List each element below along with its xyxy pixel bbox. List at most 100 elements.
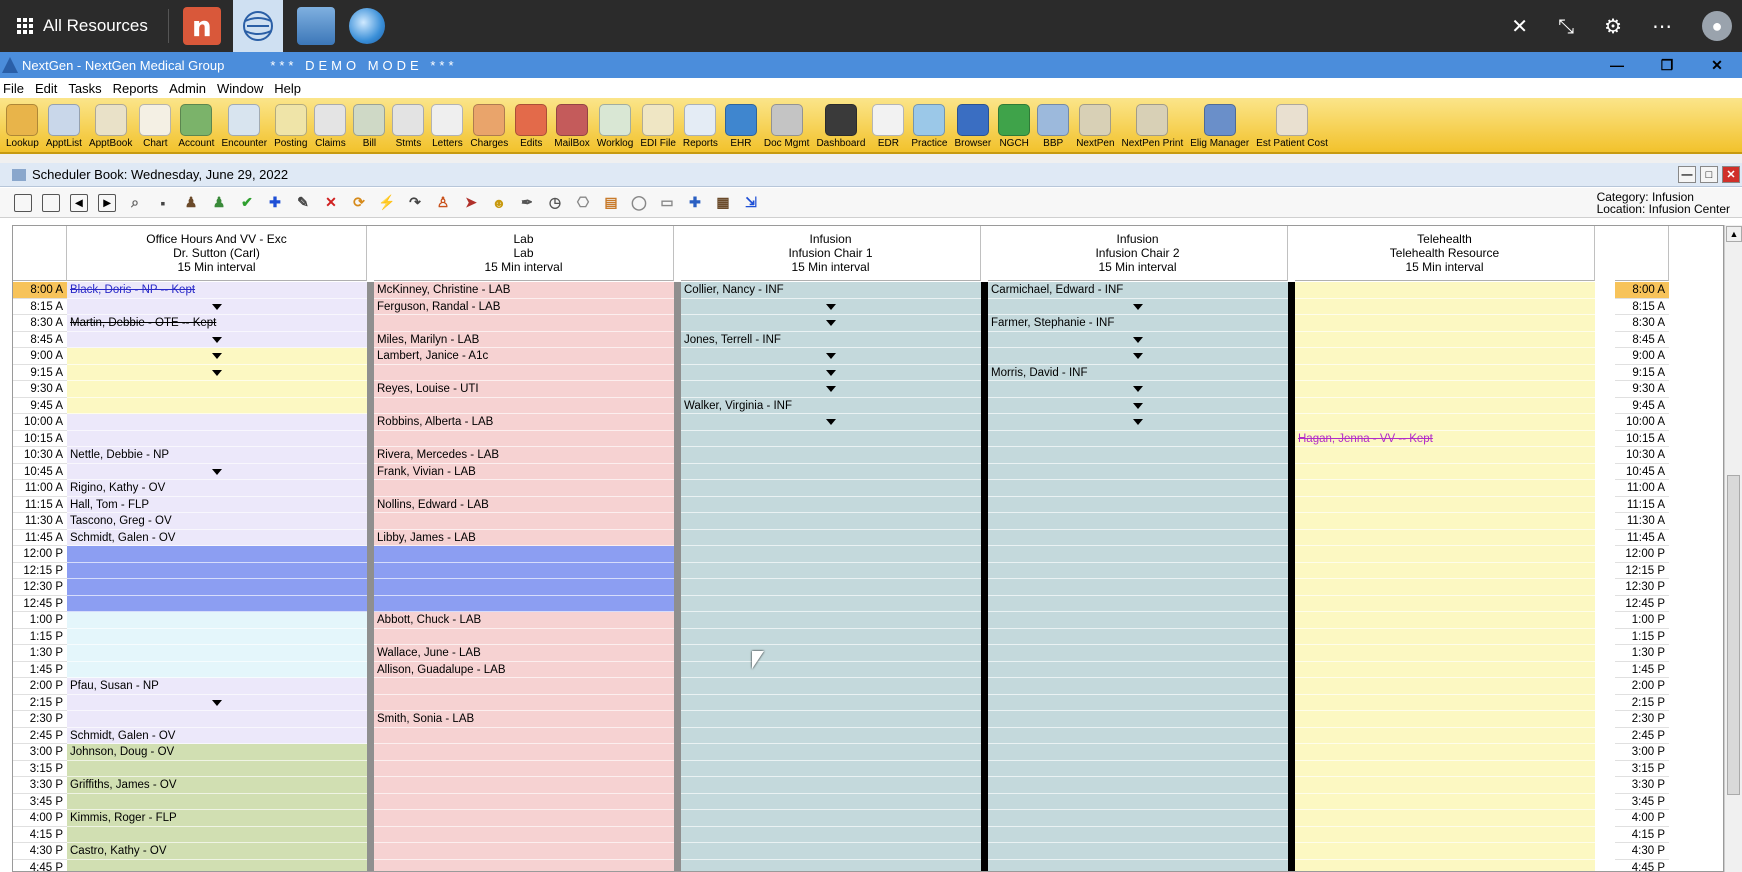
person-icon[interactable]: ♙ [434, 194, 452, 212]
empty-slot[interactable] [681, 760, 981, 777]
check-icon[interactable]: ✔ [238, 194, 256, 212]
empty-slot[interactable] [681, 298, 981, 315]
resource-column-header[interactable]: Office Hours And VV - Exc Dr. Sutton (Car… [67, 226, 367, 281]
empty-slot[interactable] [681, 364, 981, 381]
empty-slot[interactable] [988, 810, 1288, 827]
all-resources-label[interactable]: All Resources [43, 16, 148, 36]
people-icon[interactable]: ♟ [182, 194, 200, 212]
empty-slot[interactable] [1295, 282, 1595, 299]
toolbar-edr-button[interactable]: EDR [872, 100, 905, 152]
export-icon[interactable]: ⇲ [742, 194, 760, 212]
empty-slot[interactable] [374, 843, 674, 860]
empty-slot[interactable] [988, 843, 1288, 860]
menu-file[interactable]: File [3, 81, 24, 96]
empty-slot[interactable] [1295, 612, 1595, 629]
nextgen-app-icon[interactable]: n [182, 7, 221, 45]
empty-slot[interactable] [67, 331, 367, 348]
book-icon[interactable]: ▤ [602, 194, 620, 212]
empty-slot[interactable] [374, 810, 674, 827]
monitor-icon[interactable]: ▭ [658, 194, 676, 212]
appointment-slot[interactable]: Carmichael, Edward - INF [988, 282, 1288, 299]
empty-slot[interactable] [681, 694, 981, 711]
empty-slot[interactable] [1295, 447, 1595, 464]
empty-slot[interactable] [1295, 628, 1595, 645]
toolbar-est-patient-cost-button[interactable]: Est Patient Cost [1256, 100, 1328, 152]
empty-slot[interactable] [681, 315, 981, 332]
empty-slot[interactable] [1295, 562, 1595, 579]
empty-slot[interactable] [67, 562, 367, 579]
empty-slot[interactable] [988, 826, 1288, 843]
globe-app-icon[interactable] [348, 8, 385, 44]
empty-slot[interactable] [1295, 810, 1595, 827]
person-yellow-icon[interactable]: ☻ [490, 194, 508, 212]
resource-column-header[interactable]: Infusion Infusion Chair 1 15 Min interval [681, 226, 981, 281]
redo-icon[interactable]: ↷ [406, 194, 424, 212]
empty-slot[interactable] [681, 513, 981, 530]
resource-column-header[interactable]: Lab Lab 15 Min interval [374, 226, 674, 281]
empty-slot[interactable] [988, 793, 1288, 810]
appointment-slot[interactable]: Collier, Nancy - INF [681, 282, 981, 299]
appointment-slot[interactable]: Morris, David - INF [988, 364, 1288, 381]
empty-slot[interactable] [1295, 513, 1595, 530]
empty-slot[interactable] [1295, 793, 1595, 810]
empty-slot[interactable] [988, 727, 1288, 744]
empty-slot[interactable] [988, 678, 1288, 695]
empty-slot[interactable] [988, 480, 1288, 497]
appointment-slot[interactable]: Schmidt, Galen - OV [67, 529, 367, 546]
appointment-slot[interactable]: Martin, Debbie - OTE -- Kept [67, 315, 367, 332]
appointment-slot[interactable]: Johnson, Doug - OV [67, 744, 367, 761]
toolbar-worklog-button[interactable]: Worklog [597, 100, 633, 152]
empty-slot[interactable] [1295, 760, 1595, 777]
restore-button[interactable]: ❐ [1642, 52, 1692, 78]
empty-slot[interactable] [681, 480, 981, 497]
gear-icon[interactable]: ⚙ [1604, 14, 1622, 38]
empty-slot[interactable] [681, 777, 981, 794]
empty-slot[interactable] [988, 579, 1288, 596]
toolbar-ehr-button[interactable]: EHR [724, 100, 757, 152]
calendar-icon[interactable]: ▦ [714, 194, 732, 212]
user-avatar-icon[interactable]: ● [1702, 11, 1732, 41]
empty-slot[interactable] [1295, 579, 1595, 596]
empty-slot[interactable] [681, 447, 981, 464]
empty-slot[interactable] [988, 694, 1288, 711]
appointment-slot[interactable]: Ferguson, Randal - LAB [374, 298, 674, 315]
appointment-slot[interactable]: Jones, Terrell - INF [681, 331, 981, 348]
empty-slot[interactable] [67, 694, 367, 711]
menu-admin[interactable]: Admin [169, 81, 206, 96]
empty-slot[interactable] [1295, 480, 1595, 497]
toolbar-doc-mgmt-button[interactable]: Doc Mgmt [764, 100, 809, 152]
appointment-slot[interactable]: Farmer, Stephanie - INF [988, 315, 1288, 332]
empty-slot[interactable] [681, 562, 981, 579]
empty-slot[interactable] [1295, 678, 1595, 695]
empty-slot[interactable] [988, 661, 1288, 678]
empty-slot[interactable] [1295, 463, 1595, 480]
empty-slot[interactable] [374, 546, 674, 563]
collapse-icon[interactable]: ⤡ [1558, 14, 1574, 38]
empty-slot[interactable] [374, 859, 674, 871]
circle-icon[interactable]: ◯ [630, 194, 648, 212]
empty-slot[interactable] [1295, 694, 1595, 711]
appointment-slot[interactable]: Castro, Kathy - OV [67, 843, 367, 860]
empty-slot[interactable] [988, 628, 1288, 645]
empty-slot[interactable] [1295, 661, 1595, 678]
scroll-up-icon[interactable]: ▲ [1726, 226, 1742, 242]
empty-slot[interactable] [681, 628, 981, 645]
empty-slot[interactable] [374, 760, 674, 777]
empty-slot[interactable] [1295, 826, 1595, 843]
appointment-slot[interactable]: Rivera, Mercedes - LAB [374, 447, 674, 464]
menu-help[interactable]: Help [274, 81, 301, 96]
empty-slot[interactable] [988, 513, 1288, 530]
empty-slot[interactable] [681, 579, 981, 596]
empty-slot[interactable] [988, 397, 1288, 414]
empty-slot[interactable] [374, 826, 674, 843]
scheduler-maximize-button[interactable]: □ [1700, 166, 1718, 183]
appointment-slot[interactable]: Schmidt, Galen - OV [67, 727, 367, 744]
appointment-slot[interactable]: Hall, Tom - FLP [67, 496, 367, 513]
toolbar-reports-button[interactable]: Reports [683, 100, 718, 152]
empty-slot[interactable] [988, 381, 1288, 398]
empty-slot[interactable] [374, 364, 674, 381]
empty-slot[interactable] [1295, 843, 1595, 860]
toolbar-posting-button[interactable]: Posting [274, 100, 307, 152]
empty-slot[interactable] [374, 628, 674, 645]
appointment-slot[interactable]: Kimmis, Roger - FLP [67, 810, 367, 827]
